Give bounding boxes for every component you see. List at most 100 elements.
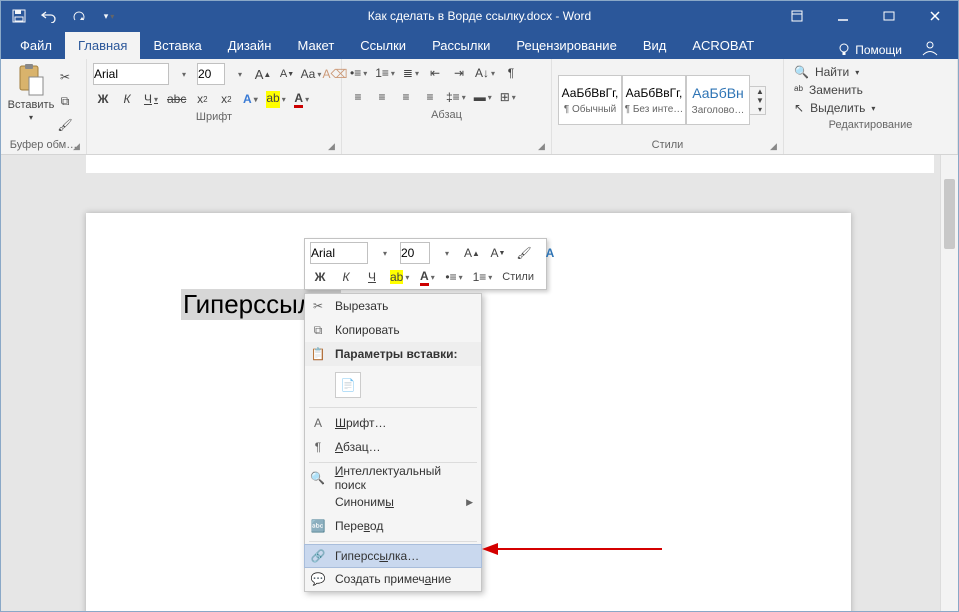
subscript-button[interactable]: x2 xyxy=(192,89,212,109)
styles-scroll-up[interactable]: ▲ xyxy=(750,87,770,96)
superscript-button[interactable]: x2 xyxy=(216,89,236,109)
mini-styles-icon[interactable]: A xyxy=(540,243,560,263)
paste-button[interactable]: Вставить ▾ xyxy=(7,63,55,137)
italic-button[interactable]: К xyxy=(117,89,137,109)
mini-italic[interactable]: К xyxy=(336,267,356,287)
strike-button[interactable]: abc xyxy=(165,89,188,109)
styles-scroll-down[interactable]: ▼ xyxy=(750,96,770,105)
minimize-button[interactable] xyxy=(820,1,866,31)
tell-me[interactable]: Помощи xyxy=(837,43,902,57)
tab-mailings[interactable]: Рассылки xyxy=(419,32,503,59)
maximize-button[interactable] xyxy=(866,1,912,31)
ctx-new-comment[interactable]: 💬Создать примечание xyxy=(305,567,481,591)
styles-expand[interactable]: ▾ xyxy=(750,105,770,114)
styles-launcher[interactable]: ◢ xyxy=(770,141,780,151)
redo-icon[interactable] xyxy=(71,8,87,24)
show-marks-icon[interactable]: ¶ xyxy=(501,63,521,83)
justify-icon[interactable]: ≡ xyxy=(420,87,440,107)
bold-button[interactable]: Ж xyxy=(93,89,113,109)
change-case-icon[interactable]: Aa xyxy=(301,64,321,84)
select-button[interactable]: ↖Выделить ▾ xyxy=(790,99,951,117)
qat-customize-icon[interactable]: ▾ xyxy=(101,8,117,24)
tab-design[interactable]: Дизайн xyxy=(215,32,285,59)
replace-button[interactable]: ᵃᵇЗаменить xyxy=(790,81,951,99)
ctx-copy[interactable]: ⧉Копировать xyxy=(305,318,481,342)
ctx-synonyms[interactable]: Синонимы▶ xyxy=(305,490,481,514)
ctx-translate-label: Перевод xyxy=(335,519,383,533)
cut-icon[interactable]: ✂ xyxy=(55,67,75,87)
mini-font-size[interactable] xyxy=(400,242,430,264)
mini-font-name[interactable] xyxy=(310,242,368,264)
style-heading1[interactable]: АаБбВн Заголово… xyxy=(686,75,750,125)
multilevel-icon[interactable]: ≣ xyxy=(401,63,421,83)
shrink-font-icon[interactable]: A▼ xyxy=(277,64,297,84)
tab-view[interactable]: Вид xyxy=(630,32,680,59)
mini-numbers-icon[interactable]: 1≡ xyxy=(471,267,495,287)
clipboard-launcher[interactable]: ◢ xyxy=(73,141,83,151)
style-normal[interactable]: АаБбВвГг, ¶ Обычный xyxy=(558,75,622,125)
sort-icon[interactable]: A↓ xyxy=(473,63,497,83)
outdent-icon[interactable]: ⇤ xyxy=(425,63,445,83)
paste-keep-source-icon[interactable]: 📄 xyxy=(335,372,361,398)
mini-bullets-icon[interactable]: •≡ xyxy=(443,267,464,287)
mini-font-drop[interactable] xyxy=(374,243,394,263)
align-center-icon[interactable]: ≡ xyxy=(372,87,392,107)
bullets-icon[interactable]: •≡ xyxy=(348,63,369,83)
indent-icon[interactable]: ⇥ xyxy=(449,63,469,83)
ribbon-display-options[interactable] xyxy=(774,1,820,31)
tab-references[interactable]: Ссылки xyxy=(347,32,419,59)
ctx-cut[interactable]: ✂Вырезать xyxy=(305,294,481,318)
mini-grow-icon[interactable]: A▲ xyxy=(462,243,482,263)
group-font-label: Шрифт xyxy=(93,109,335,126)
numbering-icon[interactable]: 1≡ xyxy=(373,63,397,83)
highlight-icon[interactable]: ab xyxy=(264,89,287,109)
tab-acrobat[interactable]: ACROBAT xyxy=(679,32,767,59)
tab-insert[interactable]: Вставка xyxy=(140,32,214,59)
tab-file[interactable]: Файл xyxy=(7,32,65,59)
tab-home[interactable]: Главная xyxy=(65,32,140,59)
scrollbar-thumb[interactable] xyxy=(944,179,955,249)
ctx-font[interactable]: AШрифт… xyxy=(305,411,481,435)
font-size-drop[interactable] xyxy=(229,64,249,84)
tab-layout[interactable]: Макет xyxy=(284,32,347,59)
line-spacing-icon[interactable]: ‡≡ xyxy=(444,87,468,107)
ctx-smart-lookup[interactable]: 🔍Интеллектуальный поиск xyxy=(305,466,481,490)
separator xyxy=(309,407,477,408)
text-effects-icon[interactable]: A xyxy=(240,89,260,109)
font-name-drop[interactable] xyxy=(173,64,193,84)
underline-button[interactable]: Ч xyxy=(141,89,161,109)
borders-icon[interactable]: ⊞ xyxy=(498,87,518,107)
copy-icon[interactable]: ⧉ xyxy=(55,91,75,111)
mini-fontcolor-icon[interactable]: A xyxy=(417,267,437,287)
format-painter-icon[interactable]: 🖌 xyxy=(55,115,75,135)
cursor-icon: ↖ xyxy=(794,101,804,115)
mini-bold[interactable]: Ж xyxy=(310,267,330,287)
mini-underline[interactable]: Ч xyxy=(362,267,382,287)
paragraph-launcher[interactable]: ◢ xyxy=(538,141,548,151)
save-icon[interactable] xyxy=(11,8,27,24)
undo-icon[interactable] xyxy=(41,8,57,24)
ctx-hyperlink[interactable]: 🔗Гиперссылка… xyxy=(304,544,482,568)
find-button[interactable]: 🔍Найти ▾ xyxy=(790,63,951,81)
ctx-translate[interactable]: 🔤Перевод xyxy=(305,514,481,538)
font-size-input[interactable] xyxy=(197,63,225,85)
mini-shrink-icon[interactable]: A▼ xyxy=(488,243,508,263)
shading-icon[interactable]: ▬ xyxy=(472,87,494,107)
tab-review[interactable]: Рецензирование xyxy=(503,32,629,59)
ctx-paragraph[interactable]: ¶Абзац… xyxy=(305,435,481,459)
font-name-input[interactable] xyxy=(93,63,169,85)
vertical-scrollbar[interactable] xyxy=(940,155,958,611)
style-nospace[interactable]: АаБбВвГг, ¶ Без инте… xyxy=(622,75,686,125)
style-caption: ¶ Без инте… xyxy=(625,104,684,115)
mini-highlight-icon[interactable]: ab xyxy=(388,267,411,287)
mini-size-drop[interactable] xyxy=(436,243,456,263)
grow-font-icon[interactable]: A▲ xyxy=(253,64,273,84)
mini-painter-icon[interactable]: 🖌 xyxy=(514,243,534,263)
account-icon[interactable] xyxy=(920,40,940,59)
close-button[interactable] xyxy=(912,1,958,31)
font-color-icon[interactable]: A xyxy=(292,89,312,109)
align-right-icon[interactable]: ≡ xyxy=(396,87,416,107)
mini-styles-label[interactable]: Стили xyxy=(500,267,536,287)
font-launcher[interactable]: ◢ xyxy=(328,141,338,151)
align-left-icon[interactable]: ≡ xyxy=(348,87,368,107)
